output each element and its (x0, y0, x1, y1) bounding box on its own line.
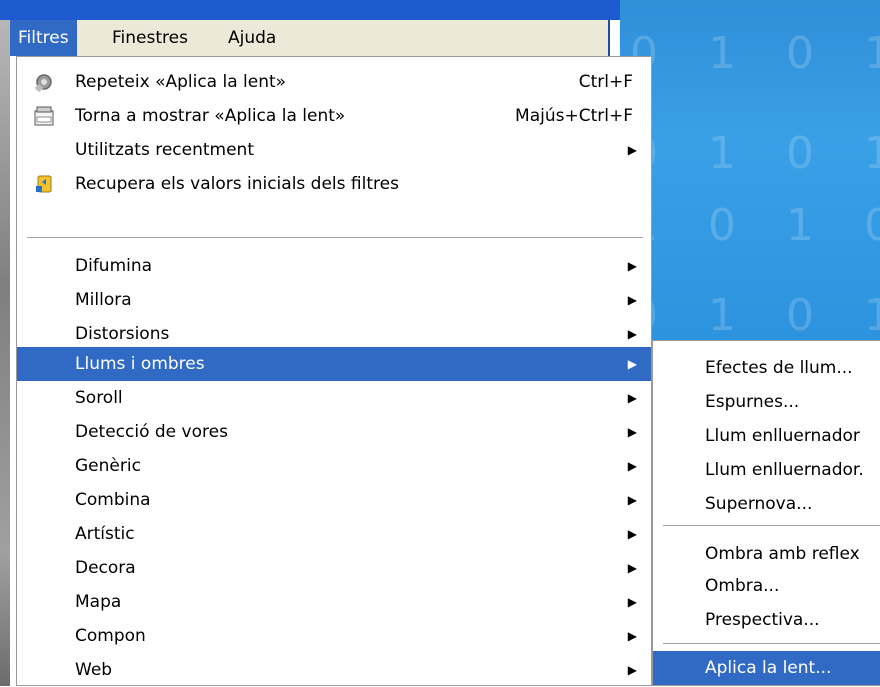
submenu-separator (663, 525, 880, 526)
menubar-windows[interactable]: Finestres (104, 20, 196, 56)
submenu-item-label: Llum enlluernador. (705, 460, 864, 480)
menubar-help[interactable]: Ajuda (220, 20, 284, 56)
submenu-item-supernova[interactable]: Supernova... (653, 487, 880, 521)
submenu-arrow-icon: ▶ (627, 595, 637, 609)
menu-item-noise[interactable]: Soroll ▶ (17, 381, 651, 415)
window-title-strip (0, 0, 620, 20)
submenu-item-lighting-effects[interactable]: Efectes de llum... (653, 351, 880, 385)
menu-item-label: Llums i ombres (75, 354, 205, 374)
submenu-item-apply-lens[interactable]: Aplica la lent... (653, 651, 880, 685)
shortcut-label: Majús+Ctrl+F (515, 106, 633, 126)
menu-item-combine[interactable]: Combina ▶ (17, 483, 651, 517)
submenu-item-label: Llum enlluernador (705, 426, 860, 446)
submenu-item-label: Ombra amb reflex (705, 544, 860, 564)
background-digits: 1 0 1 0 (630, 200, 880, 251)
menu-item-label: Compon (75, 626, 146, 646)
menu-item-reshow[interactable]: Torna a mostrar «Aplica la lent» Majús+C… (17, 99, 651, 133)
background-digits: 0 1 0 1 0 (630, 28, 880, 79)
menu-item-label: Torna a mostrar «Aplica la lent» (75, 106, 346, 126)
menubar: Filtres Finestres Ajuda (10, 20, 610, 56)
submenu-item-label: Ombra... (705, 576, 780, 596)
menubar-filters[interactable]: Filtres (10, 20, 77, 56)
submenu-arrow-icon: ▶ (627, 391, 637, 405)
submenu-arrow-icon: ▶ (627, 327, 637, 341)
menu-item-artistic[interactable]: Artístic ▶ (17, 517, 651, 551)
light-and-shadow-submenu: Efectes de llum... Espurnes... Llum enll… (652, 340, 880, 686)
submenu-arrow-icon: ▶ (627, 629, 637, 643)
menu-item-blur[interactable]: Difumina ▶ (17, 249, 651, 283)
filters-menu: Repeteix «Aplica la lent» Ctrl+F Torna a… (16, 56, 652, 686)
menu-item-web[interactable]: Web ▶ (17, 653, 651, 687)
submenu-arrow-icon: ▶ (627, 493, 637, 507)
menu-item-label: Utilitzats recentment (75, 140, 254, 160)
menu-item-map[interactable]: Mapa ▶ (17, 585, 651, 619)
menu-item-repeat[interactable]: Repeteix «Aplica la lent» Ctrl+F (17, 65, 651, 99)
submenu-item-drop-shadow-legacy[interactable]: Ombra amb reflex (653, 537, 880, 571)
menu-item-edge-detect[interactable]: Detecció de vores ▶ (17, 415, 651, 449)
menu-item-label: Decora (75, 558, 136, 578)
menu-item-decor[interactable]: Decora ▶ (17, 551, 651, 585)
submenu-item-label: Efectes de llum... (705, 358, 853, 378)
menu-item-label: Difumina (75, 256, 153, 276)
submenu-item-drop-shadow[interactable]: Ombra... (653, 569, 880, 603)
shortcut-label: Ctrl+F (578, 72, 633, 92)
submenu-arrow-icon: ▶ (627, 293, 637, 307)
menu-item-enhance[interactable]: Millora ▶ (17, 283, 651, 317)
submenu-arrow-icon: ▶ (627, 663, 637, 677)
background-digits: 0 1 0 1 (630, 290, 880, 341)
submenu-arrow-icon: ▶ (627, 425, 637, 439)
submenu-arrow-icon: ▶ (627, 527, 637, 541)
submenu-arrow-icon: ▶ (627, 143, 637, 157)
menu-item-render[interactable]: Compon ▶ (17, 619, 651, 653)
menu-item-label: Distorsions (75, 324, 170, 344)
menu-item-generic[interactable]: Genèric ▶ (17, 449, 651, 483)
submenu-arrow-icon: ▶ (627, 259, 637, 273)
menu-item-label: Soroll (75, 388, 123, 408)
submenu-item-label: Prespectiva... (705, 610, 820, 630)
menu-item-recently-used[interactable]: Utilitzats recentment ▶ (17, 133, 651, 167)
repeat-gear-icon (34, 74, 52, 93)
reset-icon (36, 175, 52, 193)
menu-item-label: Recupera els valors inicials dels filtre… (75, 174, 399, 194)
background-digits: 0 1 0 1 (630, 128, 880, 179)
menu-item-label: Web (75, 660, 113, 680)
menu-item-label: Mapa (75, 592, 122, 612)
menu-item-distorts[interactable]: Distorsions ▶ (17, 317, 651, 351)
menu-item-label: Artístic (75, 524, 135, 544)
menu-item-label: Detecció de vores (75, 422, 228, 442)
submenu-item-label: Supernova... (705, 494, 813, 514)
menu-item-label: Millora (75, 290, 132, 310)
menu-item-reset-filters[interactable]: Recupera els valors inicials dels filtre… (17, 167, 651, 201)
menu-item-label: Genèric (75, 456, 141, 476)
submenu-separator (663, 643, 880, 644)
canvas-edge (0, 20, 10, 686)
submenu-item-label: Aplica la lent... (705, 658, 832, 678)
submenu-arrow-icon: ▶ (627, 459, 637, 473)
submenu-item-sparkle[interactable]: Espurnes... (653, 385, 880, 419)
menu-item-label: Combina (75, 490, 151, 510)
submenu-item-perspective[interactable]: Prespectiva... (653, 603, 880, 637)
reshow-dialog-icon (34, 106, 54, 126)
menu-separator (27, 237, 643, 238)
menu-item-light-and-shadow[interactable]: Llums i ombres ▶ (17, 347, 651, 381)
submenu-arrow-icon: ▶ (627, 357, 637, 371)
submenu-item-gradient-flare[interactable]: Llum enlluernador (653, 419, 880, 453)
submenu-arrow-icon: ▶ (627, 561, 637, 575)
submenu-item-lens-flare[interactable]: Llum enlluernador. (653, 453, 880, 487)
submenu-item-label: Espurnes... (705, 392, 800, 412)
menu-item-label: Repeteix «Aplica la lent» (75, 72, 287, 92)
